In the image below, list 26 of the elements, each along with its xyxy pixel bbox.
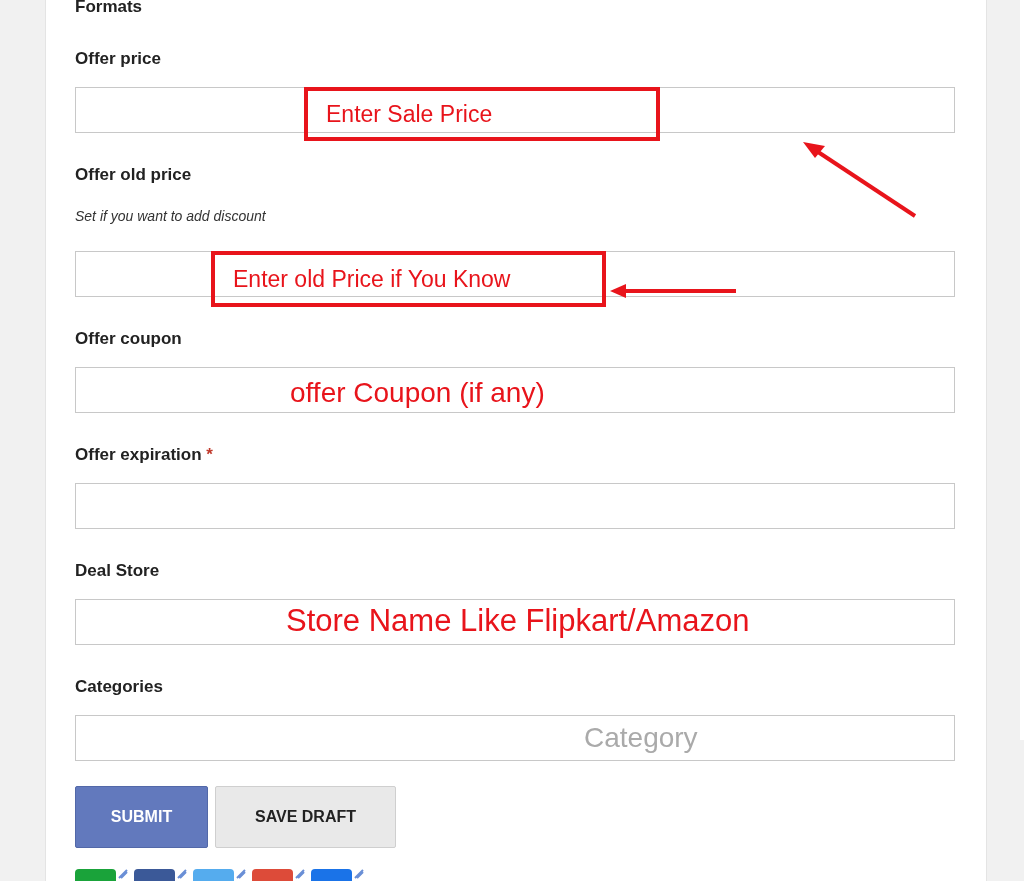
annotation-text: offer Coupon (if any) xyxy=(290,379,545,407)
field-label: Offer price xyxy=(75,49,162,69)
input-field[interactable] xyxy=(75,87,955,133)
field-label: Categories xyxy=(75,677,164,697)
link-icon xyxy=(354,869,364,879)
input-field[interactable] xyxy=(75,367,955,413)
input-field[interactable] xyxy=(75,251,955,297)
field-label: Offer coupon xyxy=(75,329,183,349)
link-icon xyxy=(295,869,305,879)
input-field[interactable]: Category xyxy=(75,715,955,761)
link-icon xyxy=(236,869,246,879)
annotation-box: Enter old Price if You Know xyxy=(211,251,606,307)
input-field[interactable] xyxy=(75,483,955,529)
link-icon xyxy=(118,869,128,879)
annotation-box: Enter Sale Price xyxy=(304,87,660,141)
annotation-text: Store Name Like Flipkart/Amazon xyxy=(286,605,750,636)
field-label: Deal Store xyxy=(75,561,161,581)
input-field[interactable] xyxy=(75,599,955,645)
submit-button[interactable]: SUBMIT xyxy=(75,786,208,848)
field-hint: Set if you want to add discount xyxy=(75,208,267,224)
link-icon xyxy=(177,869,187,879)
required-mark: * xyxy=(206,445,213,464)
field-label: Offer expiration * xyxy=(75,445,214,465)
section-title: Formats xyxy=(75,0,144,17)
save-draft-button[interactable]: SAVE DRAFT xyxy=(215,786,396,848)
field-label: Offer old price xyxy=(75,165,193,185)
